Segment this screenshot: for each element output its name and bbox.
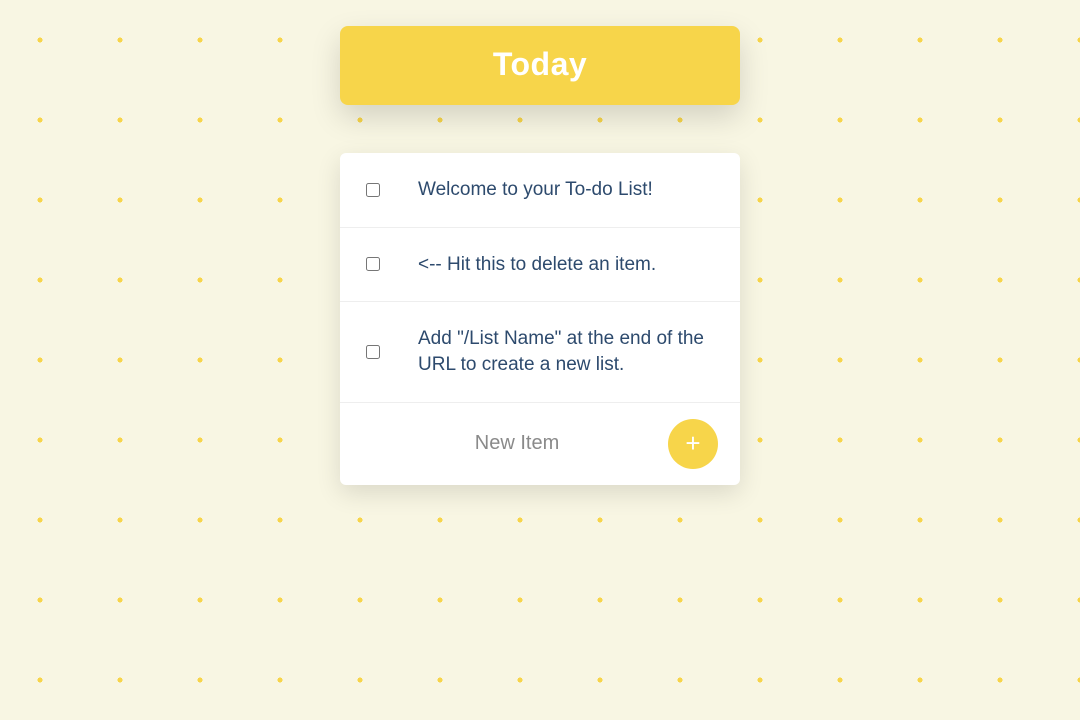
todo-container: Today Welcome to your To-do List! <-- Hi…: [340, 0, 740, 485]
item-checkbox[interactable]: [366, 183, 380, 197]
item-checkbox[interactable]: [366, 345, 380, 359]
list-item: Add "/List Name" at the end of the URL t…: [340, 302, 740, 402]
new-item-input[interactable]: [366, 432, 668, 455]
plus-icon: +: [685, 430, 700, 456]
list-title: Today: [340, 46, 740, 83]
list-item: Welcome to your To-do List!: [340, 153, 740, 228]
list-item: <-- Hit this to delete an item.: [340, 228, 740, 303]
new-item-row: +: [340, 403, 740, 485]
list-header: Today: [340, 26, 740, 105]
item-text: Welcome to your To-do List!: [418, 177, 653, 203]
item-checkbox[interactable]: [366, 257, 380, 271]
add-item-button[interactable]: +: [668, 419, 718, 469]
item-text: <-- Hit this to delete an item.: [418, 252, 656, 278]
todo-card: Welcome to your To-do List! <-- Hit this…: [340, 153, 740, 485]
item-text: Add "/List Name" at the end of the URL t…: [418, 326, 714, 377]
